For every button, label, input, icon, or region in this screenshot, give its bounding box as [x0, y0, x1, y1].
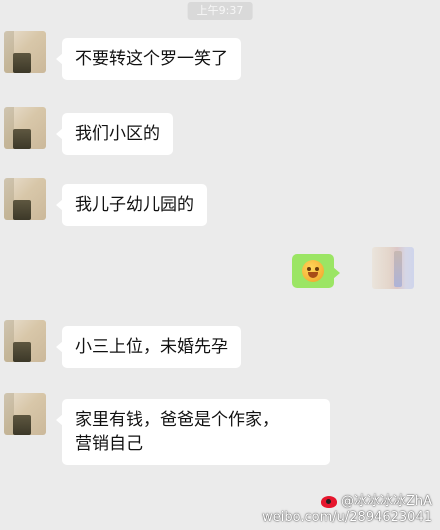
watermark-handle: @冰冰冰冰ZhA — [340, 494, 432, 509]
message-bubble-6[interactable]: 家里有钱，爸爸是个作家， 营销自己 — [56, 399, 330, 465]
sender-avatar[interactable] — [4, 31, 46, 73]
avatar-figure — [13, 129, 31, 149]
message-line: 营销自己 — [75, 434, 143, 454]
watermark-url: weibo.com/u/2894623041 — [262, 510, 432, 525]
avatar-figure — [13, 200, 31, 220]
message-bubble-1[interactable]: 不要转这个罗一笑了 — [56, 38, 241, 80]
message-bubble-3[interactable]: 我儿子幼儿园的 — [56, 184, 207, 226]
sent-emoji-bubble[interactable] — [292, 254, 340, 288]
message-bubble-2[interactable]: 我们小区的 — [56, 113, 173, 155]
message-bubble-5[interactable]: 小三上位，未婚先孕 — [56, 326, 241, 368]
message-line: 家里有钱，爸爸是个作家， — [75, 410, 279, 430]
weibo-watermark: @冰冰冰冰ZhA weibo.com/u/2894623041 — [262, 494, 432, 526]
emoji-eye — [315, 267, 319, 271]
emoji-mouth — [308, 272, 318, 278]
chat-window: 上午9:37 不要转这个罗一笑了 我们小区的 我儿子幼儿园的 小三上位，未婚先孕 — [0, 0, 440, 530]
sender-avatar[interactable] — [4, 107, 46, 149]
sender-avatar[interactable] — [4, 393, 46, 435]
avatar-figure — [13, 415, 31, 435]
avatar-figure — [394, 251, 402, 287]
message-timestamp: 上午9:37 — [187, 2, 253, 20]
sender-avatar[interactable] — [4, 320, 46, 362]
grin-emoji-icon — [302, 260, 324, 282]
avatar-figure — [13, 342, 31, 362]
avatar-figure — [13, 53, 31, 73]
watermark-handle-row: @冰冰冰冰ZhA — [262, 494, 432, 510]
weibo-logo-icon — [320, 496, 337, 508]
sender-avatar[interactable] — [4, 178, 46, 220]
own-avatar[interactable] — [372, 247, 414, 289]
emoji-eye — [307, 267, 311, 271]
